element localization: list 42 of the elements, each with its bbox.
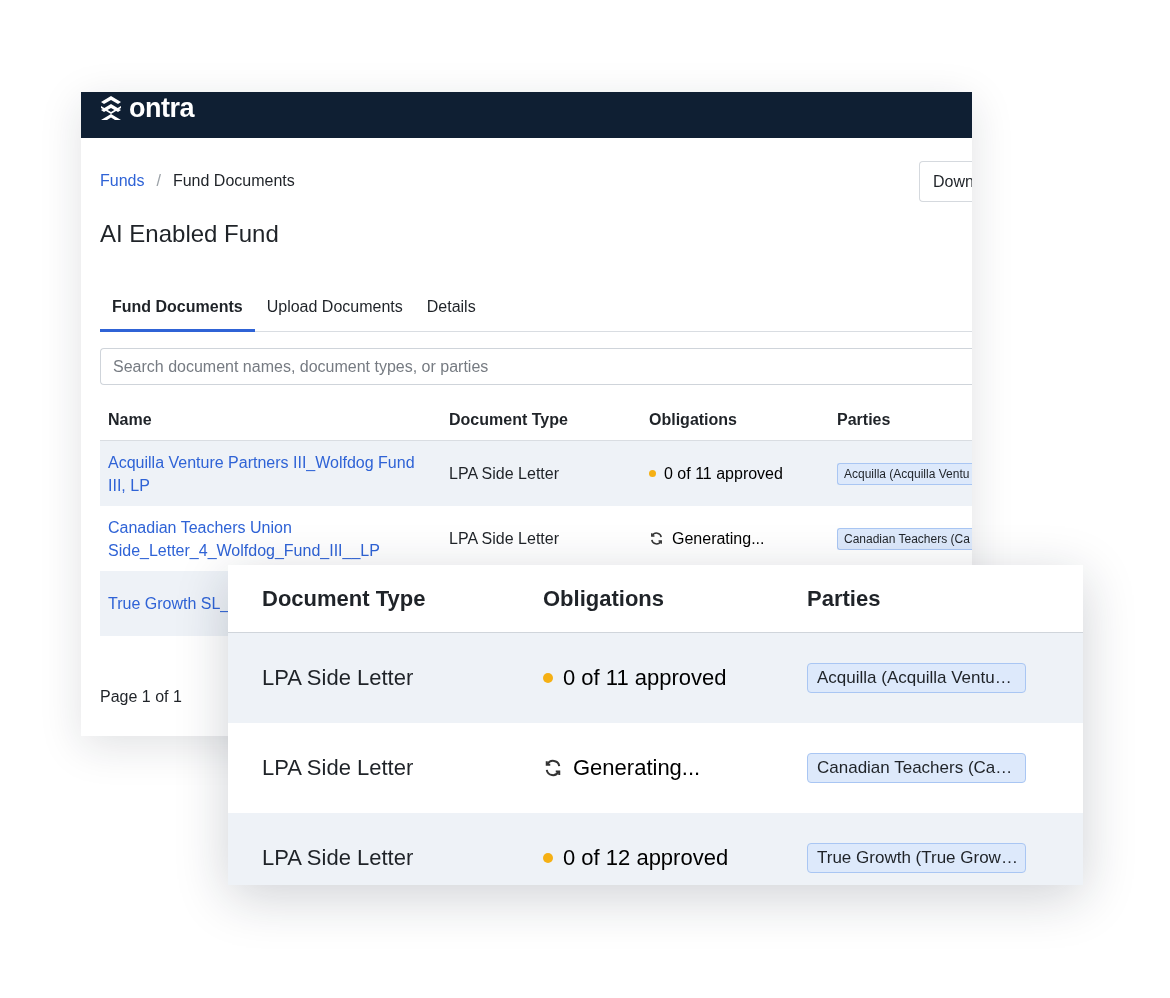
refresh-icon <box>543 758 563 778</box>
party-tag: Acquilla (Acquilla Ventu <box>837 462 972 485</box>
tab[interactable]: Details <box>414 298 488 332</box>
status-dot <box>649 470 656 477</box>
document-link[interactable]: Acquilla Venture Partners III_Wolfdog Fund III, LP <box>108 450 433 497</box>
party-tag: True Growth (True Grow… <box>807 843 1026 873</box>
column-header: Document Type <box>262 585 427 612</box>
logo-wordmark: ontra <box>129 94 194 122</box>
table-cell-text: LPA Side Letter <box>448 463 560 484</box>
obligations-status: Generating... <box>573 755 701 781</box>
column-header: Name <box>107 411 153 429</box>
breadcrumb-separator: / <box>156 172 161 190</box>
table-cell-text: LPA Side Letter <box>262 665 415 691</box>
search-field[interactable]: Search document names, document types, or parties <box>100 348 972 385</box>
party-tag: Acquilla (Acquilla Ventu… <box>807 663 1026 693</box>
table-cell-text: LPA Side Letter <box>262 755 415 781</box>
table-cell-text: LPA Side Letter <box>448 528 560 549</box>
document-link[interactable]: Canadian Teachers Union Side_Letter_4_Wolfdog_Fund_III__LP <box>108 515 433 562</box>
party-tag: Canadian Teachers (Ca <box>837 527 972 550</box>
column-header: Parties <box>836 411 892 429</box>
column-header: Obligations <box>648 411 738 429</box>
status-dot <box>543 673 553 683</box>
page-title: AI Enabled Fund <box>100 220 280 248</box>
obligations-status: 0 of 11 approved <box>664 464 783 483</box>
status-dot <box>543 853 553 863</box>
document-link[interactable]: True Growth SL_ <box>108 592 230 615</box>
download-button[interactable]: Down <box>919 161 972 202</box>
pagination-label: Page 1 of 1 <box>100 688 183 706</box>
tab[interactable]: Fund Documents <box>100 298 255 332</box>
party-tag: Canadian Teachers (Ca… <box>807 753 1026 783</box>
breadcrumb-link[interactable]: Funds <box>100 172 145 190</box>
obligations-status: 0 of 11 approved <box>563 665 727 691</box>
obligations-status: 0 of 12 approved <box>563 845 729 871</box>
column-header: Document Type <box>448 411 569 429</box>
table-cell-text: LPA Side Letter <box>262 845 415 871</box>
column-header: Obligations <box>543 585 665 612</box>
refresh-icon <box>649 531 664 546</box>
tab[interactable]: Upload Documents <box>254 298 415 332</box>
column-header: Parties <box>807 585 882 612</box>
logo-icon <box>99 94 123 122</box>
breadcrumb-current: Fund Documents <box>172 172 295 190</box>
obligations-status: Generating... <box>672 529 765 548</box>
